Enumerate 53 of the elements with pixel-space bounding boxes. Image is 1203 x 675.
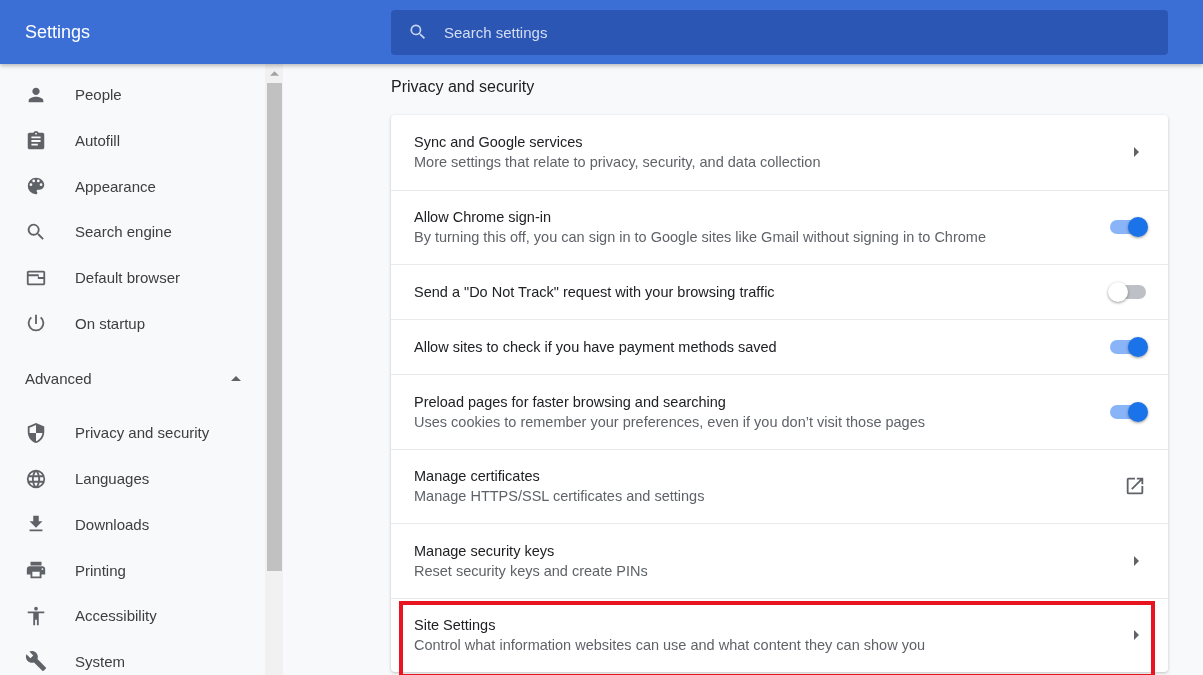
arrow-right-icon — [1134, 555, 1139, 566]
shield-icon — [25, 421, 47, 444]
settings-row[interactable]: Sync and Google services More settings that relate to privacy, security, and data collection — [391, 115, 1168, 190]
accessibility-figure-icon — [25, 604, 47, 627]
wrench-icon — [25, 650, 47, 673]
toggle-switch[interactable] — [1110, 404, 1146, 419]
sidebar-item[interactable]: Accessibility — [0, 592, 265, 639]
row-title: Site Settings — [414, 617, 497, 634]
toggle-switch[interactable] — [1110, 340, 1146, 354]
scrollbar-thumb[interactable] — [266, 83, 282, 571]
sidebar-item[interactable]: System — [0, 638, 265, 675]
row-title: Preload pages for faster browsing and searching — [414, 393, 727, 410]
row-description: Control what information websites can use and what content they can show you — [414, 637, 926, 654]
row-description: More settings that relate to privacy, security, and data collection — [414, 154, 822, 171]
toggle-switch[interactable] — [1110, 285, 1146, 299]
row-title: Allow Chrome sign-in — [414, 209, 552, 226]
arrow-right-icon — [1134, 630, 1139, 641]
row-title: Allow sites to check if you have payment methods saved — [414, 339, 778, 355]
settings-row[interactable]: Allow sites to check if you have payment methods saved — [391, 319, 1168, 374]
clipboard-icon — [25, 129, 47, 152]
search-field[interactable]: Search settings — [391, 9, 1168, 55]
row-title: Manage certificates — [414, 468, 541, 485]
sidebar-item[interactable]: Privacy and security — [0, 410, 265, 456]
settings-row[interactable]: Send a "Do Not Track" request with your browsing traffic — [391, 264, 1168, 319]
settings-row[interactable]: Preload pages for faster browsing and searching Uses cookies to remember your preferences, even if you don’t visit those pages — [391, 374, 1168, 449]
row-description: Reset security keys and create PINs — [414, 562, 649, 579]
sidebar-item[interactable]: Languages — [0, 455, 265, 502]
sidebar-item[interactable]: Appearance — [0, 163, 265, 210]
sidebar-item[interactable]: Downloads — [0, 501, 265, 548]
sidebar-item[interactable]: Printing — [0, 547, 265, 593]
sidebar-item[interactable]: On startup — [0, 300, 265, 347]
scrollbar[interactable] — [265, 64, 283, 675]
settings-row[interactable]: Manage security keys Reset security keys and create PINs — [391, 523, 1168, 598]
settings-row[interactable]: Allow Chrome sign-in By turning this off, you can sign in to Google sites like Gmail without signing in to Chrome — [391, 189, 1168, 264]
advanced-toggle[interactable]: Advanced — [0, 346, 265, 411]
sidebar-item[interactable]: People — [0, 72, 265, 118]
arrow-right-icon — [1134, 147, 1139, 158]
globe-icon — [25, 467, 47, 490]
settings-row[interactable]: Site Settings Control what information websites can use and what content they can show you — [391, 597, 1168, 672]
section-heading: Privacy and security — [391, 78, 536, 96]
row-description: Uses cookies to remember your preferences, even if you don’t visit those pages — [414, 413, 926, 430]
row-title: Sync and Google services — [414, 134, 584, 151]
row-description: By turning this off, you can sign in to Google sites like Gmail without signing in to Chrome — [414, 229, 987, 246]
app-title: Settings — [24, 21, 92, 43]
settings-row[interactable]: Manage certificates Manage HTTPS/SSL certificates and settings — [391, 448, 1168, 523]
sidebar-item[interactable]: Autofill — [0, 117, 265, 164]
sidebar-item[interactable]: Default browser — [0, 254, 265, 301]
sidebar-item[interactable]: Search engine — [0, 209, 265, 255]
caret-icon — [231, 375, 241, 381]
toggle-switch[interactable] — [1110, 220, 1146, 235]
row-description: Manage HTTPS/SSL certificates and settings — [414, 488, 706, 505]
row-title: Manage security keys — [414, 542, 556, 559]
row-title: Send a "Do Not Track" request with your browsing traffic — [414, 284, 776, 300]
